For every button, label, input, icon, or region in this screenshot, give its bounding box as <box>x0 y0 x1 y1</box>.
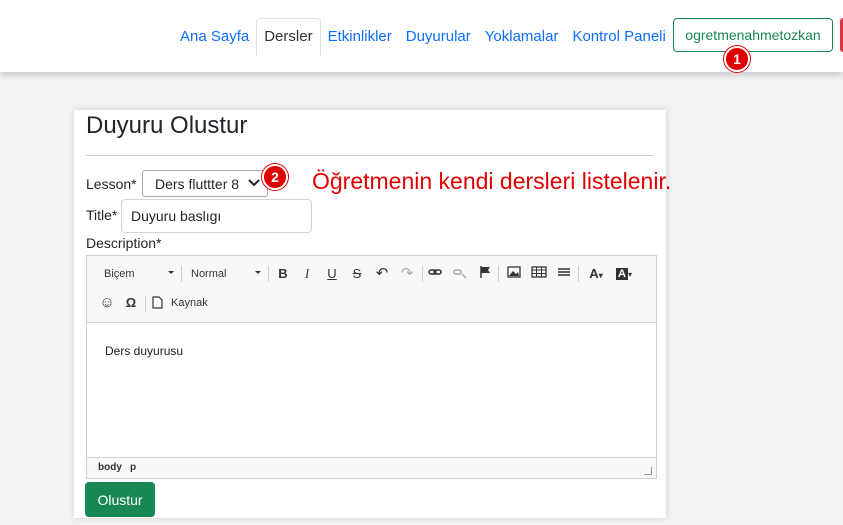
page-title: Duyuru Olustur <box>86 112 248 139</box>
editor-toolbar: Biçem Normal B I U S ↶ ↷ A▾ A ▾ ☺ Ω Kayn… <box>87 256 656 323</box>
source-icon[interactable] <box>150 296 164 312</box>
special-char-icon[interactable]: Ω <box>122 295 140 310</box>
horizontal-line-icon[interactable] <box>555 265 573 282</box>
toolbar-separator <box>422 266 423 282</box>
strikethrough-icon[interactable]: S <box>348 266 366 281</box>
toolbar-separator <box>498 266 499 282</box>
lesson-select[interactable]: Ders fluttter 8 <box>142 170 268 197</box>
format-combo[interactable]: Normal <box>191 268 261 280</box>
link-icon[interactable] <box>426 265 444 282</box>
main-nav: Ana Sayfa Dersler Etkinlikler Duyurular … <box>167 18 673 56</box>
nav-duyurular[interactable]: Duyurular <box>399 28 478 56</box>
anchor-icon[interactable] <box>476 265 494 282</box>
title-label: Title* <box>86 207 118 223</box>
background-color-icon[interactable]: A ▾ <box>615 265 633 280</box>
toolbar-separator <box>268 266 269 282</box>
announcement-form-card: Duyuru Olustur Lesson* Ders fluttter 8 2… <box>74 110 671 518</box>
top-navbar: Ana Sayfa Dersler Etkinlikler Duyurular … <box>0 0 843 72</box>
title-input[interactable]: Duyuru baslıgı <box>121 199 312 233</box>
table-icon[interactable] <box>530 265 548 282</box>
format-combo-label: Normal <box>191 268 227 280</box>
editor-content[interactable]: Ders duyurusu <box>105 344 183 358</box>
source-button[interactable]: Kaynak <box>171 297 208 309</box>
text-color-icon[interactable]: A▾ <box>587 266 605 281</box>
path-body[interactable]: body <box>98 462 122 473</box>
toolbar-separator <box>181 266 182 282</box>
redo-icon[interactable]: ↷ <box>398 264 416 282</box>
lesson-select-value: Ders fluttter 8 <box>155 175 240 192</box>
nav-yoklamalar[interactable]: Yoklamalar <box>478 28 566 56</box>
image-icon[interactable] <box>505 265 523 282</box>
style-combo-label: Biçem <box>104 268 135 280</box>
resize-grip-icon[interactable] <box>644 467 652 475</box>
toolbar-separator <box>145 296 146 312</box>
submit-button[interactable]: Olustur <box>85 482 155 517</box>
smiley-icon[interactable]: ☺ <box>98 294 116 311</box>
description-label: Description* <box>86 235 162 251</box>
annotation-text: Öğretmenin kendi dersleri listelenir. <box>312 168 672 194</box>
underline-icon[interactable]: U <box>323 266 341 281</box>
editor-statusbar: body p <box>87 457 656 478</box>
italic-icon[interactable]: I <box>298 266 316 282</box>
undo-icon[interactable]: ↶ <box>373 264 391 282</box>
path-p[interactable]: p <box>130 462 136 473</box>
step-badge-1: 1 <box>724 46 750 72</box>
combo-arrow-icon <box>255 271 261 274</box>
style-combo[interactable]: Biçem <box>104 268 174 280</box>
description-editor: Biçem Normal B I U S ↶ ↷ A▾ A ▾ ☺ Ω Kayn… <box>86 255 657 479</box>
title-divider <box>86 155 654 156</box>
lesson-label: Lesson* <box>86 176 137 192</box>
combo-arrow-icon <box>168 271 174 274</box>
nav-dersler[interactable]: Dersler <box>256 18 321 56</box>
user-menu-button[interactable]: ogretmenahmetozkan <box>673 18 833 52</box>
unlink-icon[interactable] <box>451 265 469 282</box>
step-badge-2: 2 <box>262 164 288 190</box>
chevron-down-icon <box>248 174 260 193</box>
nav-etkinlikler[interactable]: Etkinlikler <box>321 28 399 56</box>
bold-icon[interactable]: B <box>274 266 292 281</box>
toolbar-separator <box>578 266 579 282</box>
nav-kontrol-paneli[interactable]: Kontrol Paneli <box>565 28 672 56</box>
nav-ana-sayfa[interactable]: Ana Sayfa <box>167 28 256 56</box>
